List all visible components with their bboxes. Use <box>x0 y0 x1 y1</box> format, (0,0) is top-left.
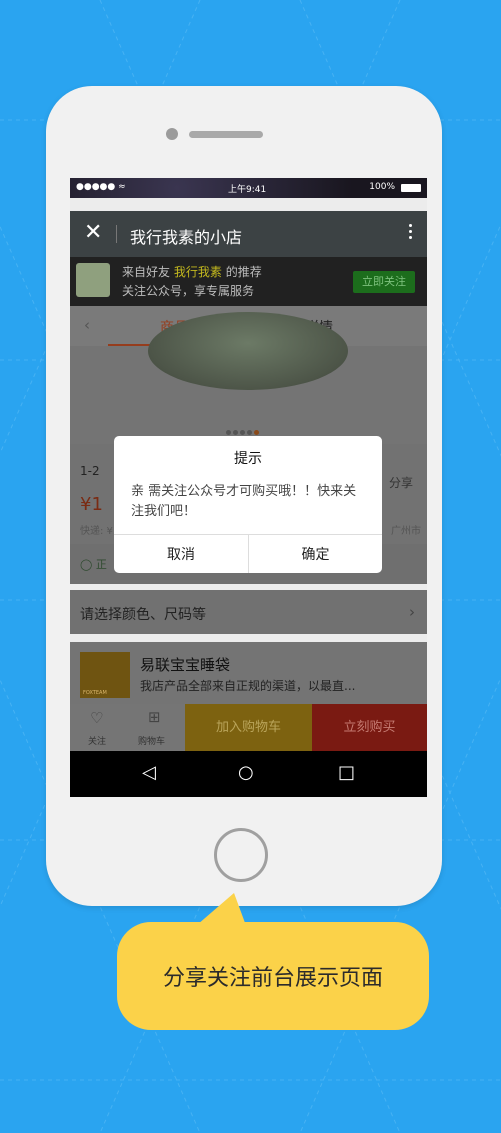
phone-screen: ●●●●● ≈ 上午9:41 100% ✕ 我行我素的小店 来自好友 我行我素 … <box>70 178 427 797</box>
product-price: ¥1 <box>80 494 103 515</box>
caption-text: 分享关注前台展示页面 <box>162 966 383 991</box>
store-name: 易联宝宝睡袋 <box>140 656 231 674</box>
ship-from-city: 广州市 <box>391 526 421 537</box>
app-top-bar: ✕ 我行我素的小店 <box>70 211 427 257</box>
share-button[interactable]: 分享 <box>389 474 413 491</box>
status-time: 上午9:41 <box>228 185 267 195</box>
spec-select-row[interactable]: 请选择颜色、尺码等 › <box>70 590 427 634</box>
cart-icon[interactable]: ⊞ <box>148 708 161 726</box>
chevron-left-icon[interactable]: ‹ <box>84 316 90 334</box>
friend-avatar <box>76 263 110 297</box>
page-title: 我行我素的小店 <box>130 228 243 247</box>
signal-indicator: ●●●●● ≈ <box>76 182 126 192</box>
product-image-carousel[interactable] <box>70 312 427 444</box>
heart-icon[interactable]: ♡ <box>90 709 103 727</box>
front-camera <box>166 128 178 140</box>
title-divider <box>116 225 117 243</box>
more-vertical-icon[interactable] <box>409 221 413 242</box>
verified-text: ◯ 正 <box>80 558 107 571</box>
battery-icon <box>401 184 421 192</box>
chevron-right-icon: › <box>409 603 415 621</box>
spec-select-label: 请选择颜色、尺码等 <box>80 607 206 623</box>
caption-bubble: 分享关注前台展示页面 <box>117 922 429 1030</box>
banner-line1: 来自好友 我行我素 的推荐 <box>122 265 262 279</box>
purchase-bar: ♡ 关注 ⊞ 购物车 加入购物车 立刻购买 <box>70 704 427 751</box>
close-icon[interactable]: ✕ <box>84 220 102 246</box>
follow-label[interactable]: 关注 <box>88 734 106 747</box>
confirm-button[interactable]: 确定 <box>249 544 382 564</box>
home-circle-icon[interactable]: ○ <box>238 763 254 783</box>
buy-now-button[interactable]: 立刻购买 <box>312 704 427 751</box>
friend-name: 我行我素 <box>173 265 222 279</box>
speaker-grille <box>189 131 263 138</box>
cancel-button[interactable]: 取消 <box>114 544 248 564</box>
follow-required-dialog: 提示 亲 需关注公众号才可购买哦！！快来关注我们吧！ 取消 确定 <box>114 436 382 573</box>
shipping-fee: 快递: ¥ <box>80 526 113 537</box>
store-logo: FOXTEAM <box>80 652 130 698</box>
store-card[interactable]: FOXTEAM 易联宝宝睡袋 我店产品全部来自正规的渠道，以最直... <box>70 642 427 704</box>
back-triangle-icon[interactable]: ◁ <box>142 763 156 783</box>
dialog-title: 提示 <box>234 451 262 467</box>
check-circle-icon: ◯ <box>80 558 96 571</box>
cart-label[interactable]: 购物车 <box>138 734 165 747</box>
follow-banner: 来自好友 我行我素 的推荐 关注公众号，享专属服务 立即关注 <box>70 257 427 306</box>
recent-apps-icon[interactable]: □ <box>338 763 355 783</box>
android-nav-bar: ◁ ○ □ <box>70 751 427 797</box>
product-code: 1-2 <box>80 464 100 478</box>
status-bar: ●●●●● ≈ 上午9:41 100% <box>70 178 427 198</box>
dialog-message: 亲 需关注公众号才可购买哦！！快来关注我们吧！ <box>131 484 357 519</box>
follow-now-button[interactable]: 立即关注 <box>353 271 415 293</box>
battery-percent: 100% <box>369 182 395 192</box>
banner-line2: 关注公众号，享专属服务 <box>122 284 255 298</box>
add-to-cart-button[interactable]: 加入购物车 <box>185 704 312 751</box>
store-description: 我店产品全部来自正规的渠道，以最直... <box>140 679 356 693</box>
home-button[interactable] <box>214 828 268 882</box>
product-image <box>148 312 348 390</box>
